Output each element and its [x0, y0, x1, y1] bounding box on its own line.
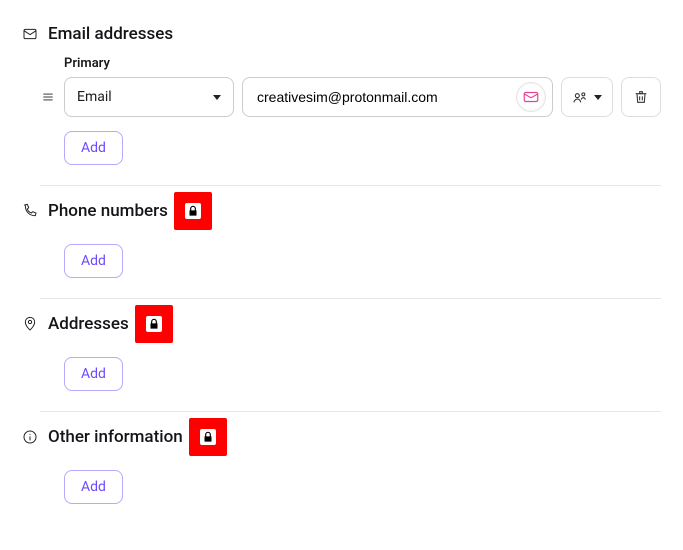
- section-phone: Phone numbers Add: [22, 186, 661, 296]
- proton-badge-icon: [516, 82, 546, 112]
- email-icon: [22, 26, 38, 42]
- email-type-value: Email: [77, 89, 112, 105]
- lock-highlight-address: [135, 305, 173, 343]
- lock-highlight-phone: [174, 192, 212, 230]
- section-other: Other information Add: [22, 412, 661, 522]
- delete-button[interactable]: [621, 77, 661, 117]
- share-button[interactable]: [561, 77, 613, 117]
- section-email: Email addresses Primary Email: [22, 18, 661, 183]
- email-type-select[interactable]: Email: [64, 77, 234, 117]
- chevron-down-icon: [594, 95, 602, 100]
- lock-highlight-other: [189, 418, 227, 456]
- pin-icon: [22, 316, 38, 332]
- section-address: Addresses Add: [22, 299, 661, 409]
- section-title-phone: Phone numbers: [48, 201, 168, 221]
- email-input[interactable]: [257, 89, 508, 105]
- section-title-email: Email addresses: [48, 24, 173, 44]
- phone-icon: [22, 203, 38, 219]
- section-title-other: Other information: [48, 427, 183, 447]
- add-address-button[interactable]: Add: [64, 357, 123, 391]
- section-title-address: Addresses: [48, 314, 129, 334]
- email-field-row: Email: [22, 77, 661, 117]
- info-icon: [22, 429, 38, 445]
- email-input-wrapper: [242, 77, 553, 117]
- add-email-button[interactable]: Add: [64, 131, 123, 165]
- add-phone-button[interactable]: Add: [64, 244, 123, 278]
- drag-handle-icon[interactable]: [40, 90, 56, 104]
- chevron-down-icon: [213, 95, 221, 100]
- primary-label: Primary: [64, 56, 661, 71]
- add-other-button[interactable]: Add: [64, 470, 123, 504]
